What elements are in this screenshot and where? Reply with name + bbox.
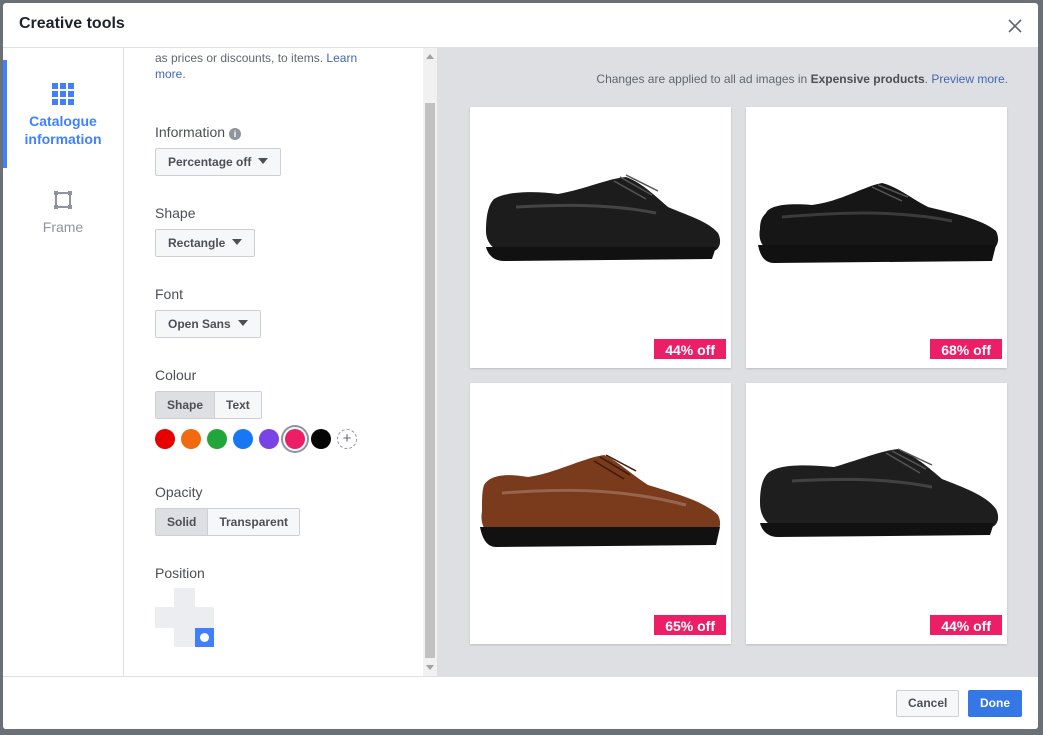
position-bottom-right[interactable]	[195, 628, 214, 647]
nav-item-catalogue-information[interactable]: Catalogue information	[3, 60, 123, 168]
product-card: 68% off	[746, 107, 1007, 368]
product-card: 65% off	[470, 383, 731, 644]
information-label-text: Information	[155, 124, 226, 140]
opacity-toggle: Solid Transparent	[155, 508, 301, 536]
colour-tab-shape[interactable]: Shape	[156, 392, 215, 418]
shoe-image	[758, 183, 999, 263]
cancel-button[interactable]: Cancel	[896, 690, 960, 717]
discount-badge: 65% off	[653, 614, 727, 636]
shape-dropdown[interactable]: Rectangle	[155, 229, 256, 257]
opacity-transparent[interactable]: Transparent	[207, 509, 300, 535]
preview-note: Changes are applied to all ad images in …	[596, 72, 1008, 86]
shoe-image	[760, 448, 999, 537]
information-dropdown-value: Percentage off	[168, 155, 252, 169]
position-top-center[interactable]	[175, 588, 194, 607]
position-bottom-left[interactable]	[155, 628, 174, 647]
colour-label: Colour	[155, 367, 197, 383]
intro-text: as prices or discounts, to items. Learn …	[155, 50, 375, 82]
nav-label-catalogue-information: Catalogue information	[24, 113, 102, 147]
swatch-purple[interactable]	[259, 429, 279, 449]
colour-tab-text[interactable]: Text	[214, 392, 261, 418]
swatch-pink[interactable]	[285, 429, 305, 449]
swatch-blue[interactable]	[233, 429, 253, 449]
colour-target-toggle: Shape Text	[155, 391, 262, 419]
dialog-header: Creative tools	[3, 3, 1038, 48]
creative-tools-dialog: Creative tools Catalogue information Fra…	[3, 3, 1038, 729]
font-dropdown[interactable]: Open Sans	[155, 310, 261, 338]
position-middle-center[interactable]	[175, 608, 194, 627]
settings-scrollbar[interactable]	[423, 48, 437, 676]
position-bottom-center[interactable]	[175, 628, 194, 647]
product-card: 44% off	[470, 107, 731, 368]
intro-description: as prices or discounts, to items.	[155, 51, 324, 65]
swatch-red[interactable]	[155, 429, 175, 449]
product-set-name: Expensive products	[810, 72, 925, 86]
shoe-image	[480, 454, 721, 547]
preview-more-link[interactable]: Preview more.	[931, 72, 1008, 86]
close-button[interactable]	[1004, 15, 1026, 37]
preview-note-text: Changes are applied to all ad images in	[596, 72, 808, 86]
done-button[interactable]: Done	[968, 690, 1022, 717]
side-nav: Catalogue information Frame	[3, 48, 124, 676]
caret-down-icon	[258, 158, 269, 164]
shape-dropdown-value: Rectangle	[168, 236, 226, 250]
swatch-green[interactable]	[207, 429, 227, 449]
position-top-right[interactable]	[195, 588, 214, 607]
font-label: Font	[155, 286, 184, 302]
caret-down-icon	[232, 239, 243, 245]
settings-panel: as prices or discounts, to items. Learn …	[124, 48, 423, 676]
nav-item-frame[interactable]: Frame	[3, 188, 123, 248]
preview-panel: Changes are applied to all ad images in …	[437, 48, 1038, 676]
nav-label-frame: Frame	[42, 219, 84, 235]
discount-badge: 44% off	[653, 338, 727, 360]
dialog-title: Creative tools	[19, 15, 125, 32]
caret-down-icon	[237, 320, 248, 326]
font-dropdown-value: Open Sans	[168, 317, 231, 331]
scroll-down-icon[interactable]	[426, 665, 434, 670]
opacity-solid[interactable]: Solid	[156, 509, 208, 535]
frame-icon	[54, 191, 72, 209]
scroll-up-icon[interactable]	[426, 54, 434, 59]
discount-badge: 68% off	[929, 338, 1003, 360]
grid-icon	[52, 83, 74, 105]
position-middle-left[interactable]	[155, 608, 174, 627]
swatch-orange[interactable]	[181, 429, 201, 449]
add-colour-button[interactable]: +	[337, 429, 357, 449]
position-grid	[155, 588, 214, 647]
product-card: 44% off	[746, 383, 1007, 644]
position-middle-right[interactable]	[195, 608, 214, 627]
info-icon[interactable]: i	[229, 128, 242, 140]
position-label: Position	[155, 565, 205, 581]
information-label: Information i	[155, 124, 242, 140]
dialog-footer: Cancel Done	[3, 676, 1038, 729]
preview-note-period: .	[924, 72, 928, 86]
shape-label: Shape	[155, 205, 196, 221]
position-top-left[interactable]	[155, 588, 174, 607]
opacity-label: Opacity	[155, 484, 203, 500]
close-icon	[1008, 19, 1022, 33]
shoe-image	[486, 174, 721, 261]
scrollbar-thumb[interactable]	[425, 103, 435, 658]
discount-badge: 44% off	[929, 614, 1003, 636]
information-dropdown[interactable]: Percentage off	[155, 148, 282, 176]
swatch-black[interactable]	[311, 429, 331, 449]
